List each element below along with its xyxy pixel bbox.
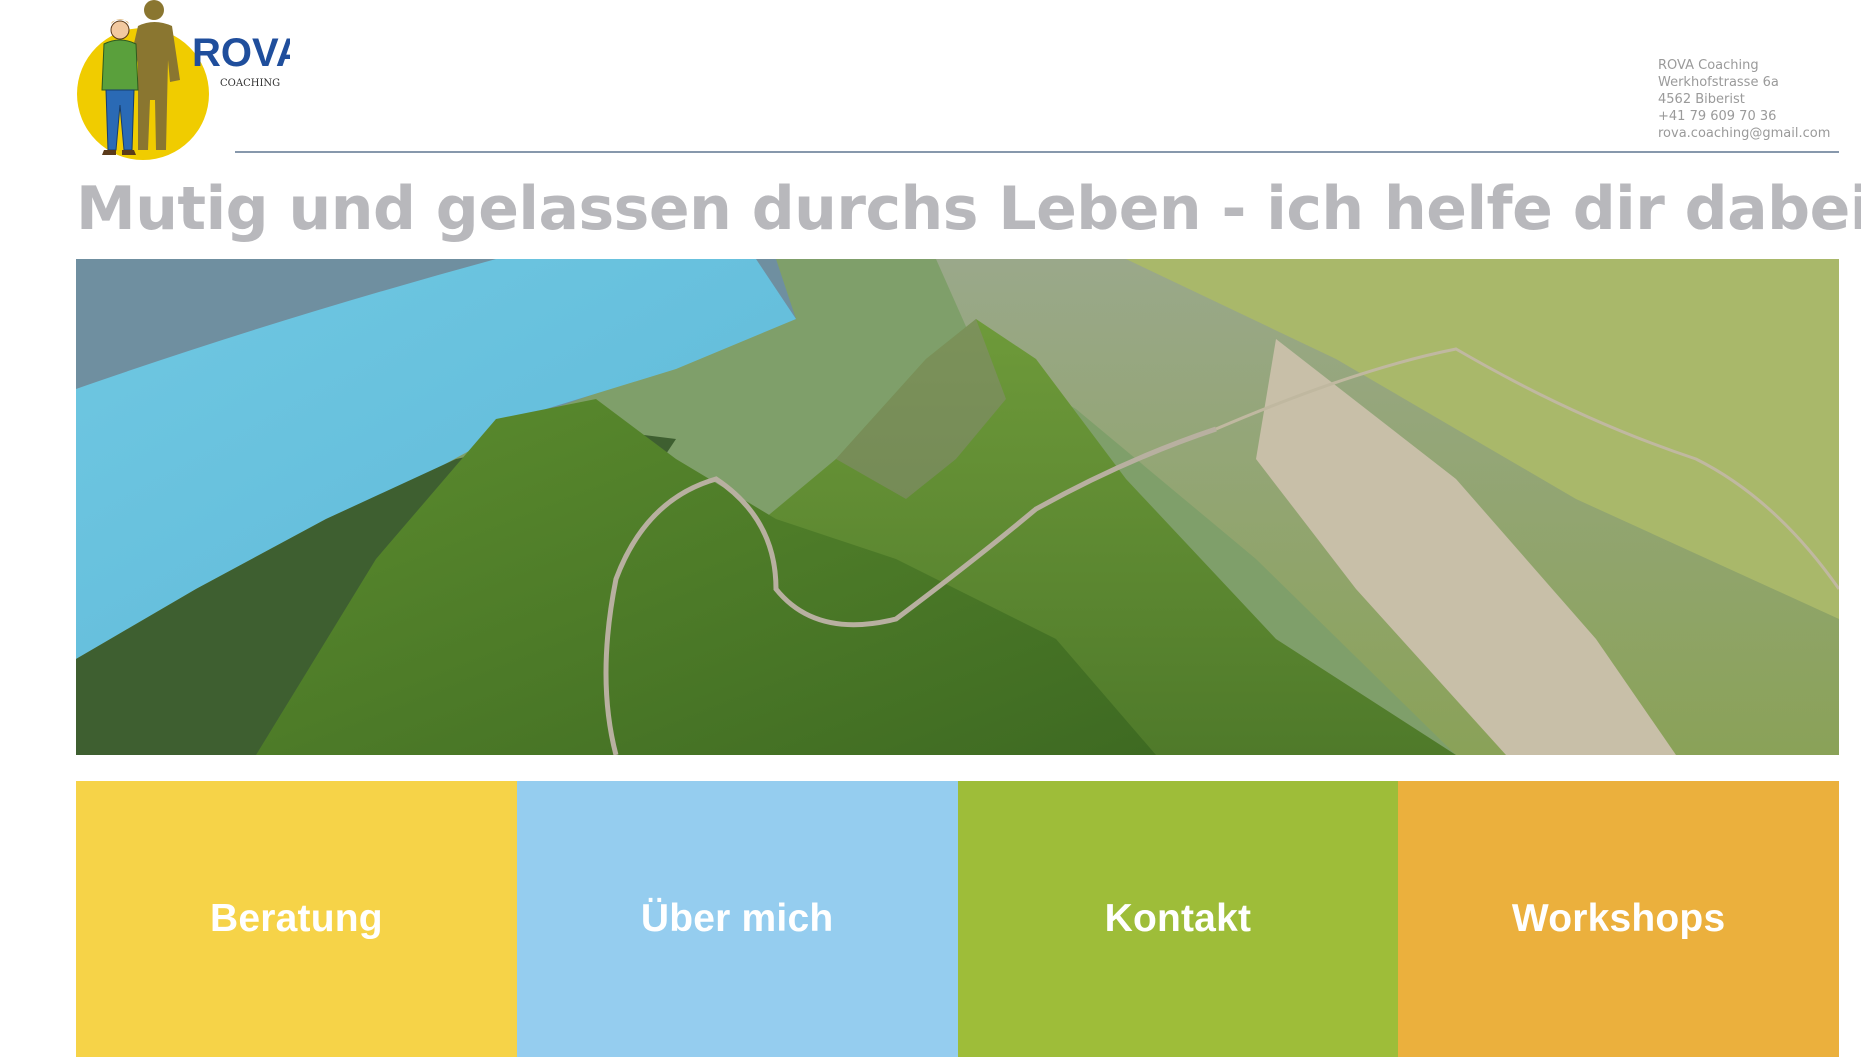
contact-address: ROVA Coaching Werkhofstrasse 6a 4562 Bib… (1658, 57, 1830, 142)
tile-label: Beratung (209, 897, 383, 940)
hero-image (76, 259, 1839, 755)
logo-graphic: ROVA COACHING (77, 0, 290, 160)
header-divider (235, 151, 1839, 153)
tile-workshops[interactable]: Workshops (1398, 781, 1839, 1057)
address-phone[interactable]: +41 79 609 70 36 (1658, 108, 1830, 125)
logo-tagline: COACHING (220, 78, 280, 89)
nav-tiles: Beratung Über mich Kontakt Workshops (76, 781, 1839, 1057)
tile-label: Über mich (640, 897, 834, 940)
page-headline: Mutig und gelassen durchs Leben - ich he… (76, 174, 1861, 244)
tile-label: Kontakt (1104, 897, 1252, 940)
address-street: Werkhofstrasse 6a (1658, 75, 1779, 90)
tile-label: Workshops (1511, 897, 1726, 940)
logo-name: ROVA (192, 31, 290, 75)
address-company: ROVA Coaching (1658, 58, 1759, 73)
tile-kontakt[interactable]: Kontakt (957, 781, 1399, 1057)
tile-ueber-mich[interactable]: Über mich (516, 781, 958, 1057)
tile-beratung[interactable]: Beratung (76, 781, 517, 1057)
address-email[interactable]: rova.coaching@gmail.com (1658, 125, 1830, 142)
logo[interactable]: ROVA COACHING (76, 0, 290, 162)
address-city: 4562 Biberist (1658, 92, 1745, 107)
